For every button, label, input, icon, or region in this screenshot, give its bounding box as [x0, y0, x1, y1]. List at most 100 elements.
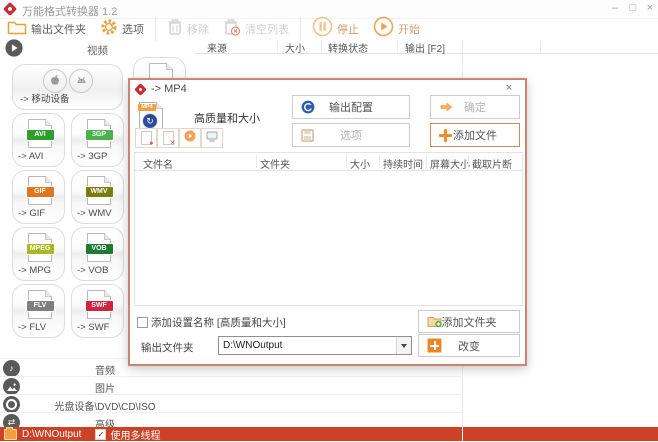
stop-button[interactable]: 停止: [305, 18, 366, 40]
dialog-table-header: 文件名 文件夹 大小 持续时间 屏幕大小 截取片断: [135, 153, 522, 171]
file-icon: GIF: [28, 176, 52, 205]
section-label: 图片: [0, 380, 210, 395]
col-clip[interactable]: 截取片断: [472, 156, 512, 171]
sidebar-section-advanced[interactable]: ⇄ 高级: [0, 412, 462, 428]
col-filename[interactable]: 文件名: [143, 156, 173, 171]
column-divider: [256, 155, 257, 168]
column-divider: [346, 155, 347, 168]
sidebar-item-label: -> 3GP: [77, 151, 107, 162]
status-output-path: D:\WNOutput: [22, 429, 81, 440]
sidebar-item-vob[interactable]: VOB -> VOB: [71, 227, 124, 281]
sidebar-section-pictures[interactable]: 图片: [0, 376, 462, 395]
clear-list-button[interactable]: 清空列表: [216, 18, 296, 40]
chevron-down-icon[interactable]: [396, 337, 411, 354]
remove-file-mini-button[interactable]: ●: [135, 128, 157, 148]
section-label: 光盘设备\DVD\CD\ISO: [0, 398, 210, 413]
file-icon: VOB: [87, 233, 111, 262]
trash-icon: [167, 18, 183, 41]
video-section-label[interactable]: 视频: [0, 43, 195, 58]
toolbar-separator: [300, 17, 301, 41]
sidebar-item-flv[interactable]: FLV -> FLV: [12, 284, 65, 338]
output-folder-value: D:\WNOutput: [219, 340, 396, 351]
col-duration[interactable]: 持续时间: [383, 156, 423, 171]
format-badge: WMV: [85, 186, 114, 198]
multithread-checkbox[interactable]: ✓: [95, 429, 106, 440]
add-folder-button[interactable]: 添加文件夹: [418, 310, 520, 333]
output-config-button[interactable]: 输出配置: [292, 95, 410, 119]
format-badge: MP4: [138, 104, 156, 111]
sidebar-item-mobile-devices[interactable]: -> 移动设备: [12, 64, 123, 110]
doc-clear-icon: ✕: [163, 131, 174, 145]
column-header-source[interactable]: 来源: [207, 40, 227, 55]
output-folder-label: 输出文件夹: [31, 21, 86, 37]
options-button[interactable]: 选项: [93, 18, 151, 40]
add-file-button[interactable]: 添加文件: [430, 123, 520, 147]
start-button[interactable]: 开始: [366, 18, 427, 40]
toolbar-separator: [155, 17, 156, 41]
toolbar: 输出文件夹 选项 移除 清空列表 停止 开始: [0, 18, 658, 40]
format-badge: SWF: [85, 300, 114, 312]
column-header-size[interactable]: 大小: [285, 40, 305, 55]
output-folder-select[interactable]: D:\WNOutput: [218, 336, 412, 355]
dialog-close-icon[interactable]: ×: [502, 81, 516, 95]
dialog-title: -> MP4: [151, 83, 187, 95]
trash-clear-icon: [223, 18, 241, 41]
output-folder-label-dialog: 输出文件夹: [141, 340, 194, 355]
column-header-status[interactable]: 转换状态: [328, 40, 368, 55]
start-label: 开始: [398, 21, 420, 37]
sidebar-item-label: -> AVI: [18, 151, 43, 162]
output-folder-button[interactable]: 输出文件夹: [0, 18, 93, 40]
sidebar-section-disc[interactable]: 光盘设备\DVD\CD\ISO: [0, 394, 462, 413]
screen-mini-button[interactable]: [201, 128, 223, 148]
options-button-dialog[interactable]: 选项: [292, 123, 410, 147]
mp4-settings-dialog: -> MP4 × MP4 ↻ 高质量和大小 输出配置 确定 ● ✕ 选项 添: [128, 78, 527, 366]
sidebar-item-swf[interactable]: SWF -> SWF: [71, 284, 124, 338]
ok-button[interactable]: 确定: [430, 95, 520, 119]
remove-button[interactable]: 移除: [160, 18, 216, 40]
folder-plus-icon: [427, 315, 443, 328]
clear-files-mini-button[interactable]: ✕: [157, 128, 179, 148]
gear-icon: [100, 18, 118, 41]
column-divider: [379, 155, 380, 168]
minimize-button[interactable]: –: [608, 2, 622, 15]
sidebar-item-gif[interactable]: GIF -> GIF: [12, 170, 65, 224]
monitor-icon: [206, 129, 218, 147]
column-divider: [277, 40, 278, 52]
format-badge: AVI: [26, 129, 55, 141]
statusbar-divider: [462, 427, 463, 441]
sidebar-item-mpg[interactable]: MPEG -> MPG: [12, 227, 65, 281]
col-screen-size[interactable]: 屏幕大小: [430, 156, 470, 171]
sidebar-item-label: -> FLV: [18, 322, 46, 333]
close-button[interactable]: ×: [643, 2, 657, 15]
apple-icon: [43, 69, 67, 93]
app-icon: [3, 2, 17, 16]
config-icon: [301, 100, 315, 114]
sidebar-item-wmv[interactable]: WMV -> WMV: [71, 170, 124, 224]
sidebar-item-avi[interactable]: AVI -> AVI: [12, 113, 65, 167]
sidebar-item-label: -> 移动设备: [20, 91, 69, 105]
col-folder[interactable]: 文件夹: [260, 156, 290, 171]
column-header-output[interactable]: 输出 [F2]: [405, 40, 445, 55]
folder-icon: [7, 19, 27, 40]
status-bar: D:\WNOutput ✓ 使用多线程: [0, 427, 658, 441]
format-badge: GIF: [26, 186, 55, 198]
play-circle-icon: [184, 129, 196, 147]
file-list-header: 来源 大小 转换状态 输出 [F2]: [195, 40, 658, 54]
maximize-button[interactable]: □: [626, 2, 640, 15]
stop-label: 停止: [337, 21, 359, 37]
arrow-right-icon: [439, 101, 454, 113]
sidebar-item-3gp[interactable]: 3GP -> 3GP: [71, 113, 124, 167]
column-divider: [397, 40, 398, 52]
add-name-checkbox[interactable]: [137, 317, 148, 328]
android-icon: [69, 69, 93, 93]
column-divider: [426, 155, 427, 168]
preview-mini-button[interactable]: [179, 128, 201, 148]
output-folder-status-icon: [4, 429, 17, 440]
convert-globe-icon: ↻: [142, 113, 158, 129]
col-size[interactable]: 大小: [350, 156, 370, 171]
change-button[interactable]: 改变: [418, 334, 520, 357]
file-icon: MPEG: [28, 233, 52, 262]
file-icon: FLV: [28, 290, 52, 319]
multithread-label: 使用多线程: [110, 427, 160, 442]
preset-name: 高质量和大小: [172, 110, 282, 126]
